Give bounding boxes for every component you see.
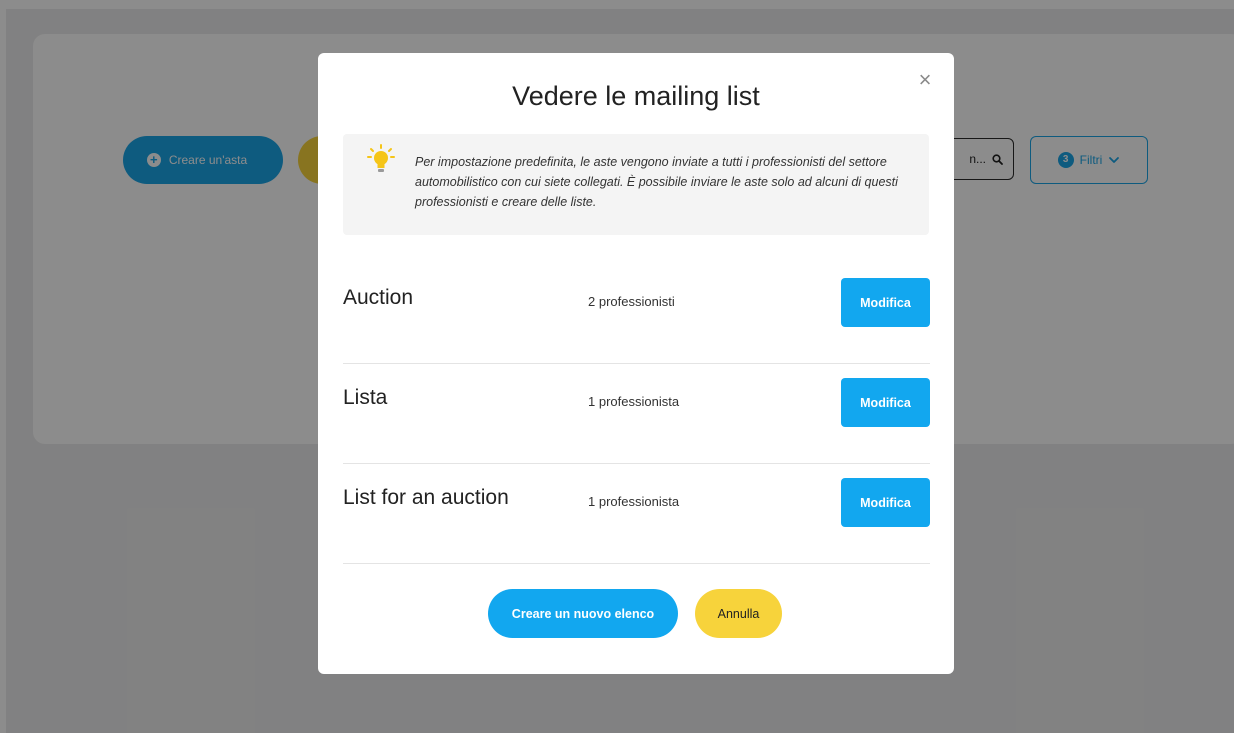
- edit-list-button[interactable]: Modifica: [841, 378, 930, 427]
- modal-title: Vedere le mailing list: [512, 81, 760, 111]
- list-item: List for an auction 1 professionista Mod…: [343, 464, 930, 564]
- edit-list-button[interactable]: Modifica: [841, 278, 930, 327]
- list-count: 1 professionista: [588, 394, 680, 409]
- list-count: 2 professionisti: [588, 294, 675, 309]
- info-text: Per impostazione predefinita, le aste ve…: [415, 155, 898, 209]
- cancel-button[interactable]: Annulla: [695, 589, 782, 638]
- edit-list-button[interactable]: Modifica: [841, 478, 930, 527]
- list-count: 1 professionista: [588, 494, 680, 509]
- list-item: Lista 1 professionista Modifica: [343, 364, 930, 464]
- lightbulb-icon: [367, 144, 395, 172]
- list-name: List for an auction: [343, 486, 509, 509]
- list-name: Lista: [343, 386, 388, 409]
- create-new-list-button[interactable]: Creare un nuovo elenco: [488, 589, 678, 638]
- list-item: Auction 2 professionisti Modifica: [343, 264, 930, 364]
- mailing-list-modal: × Vedere le mailing list Per impostazion…: [318, 53, 954, 674]
- info-box: Per impostazione predefinita, le aste ve…: [343, 134, 929, 235]
- list-name: Auction: [343, 286, 414, 309]
